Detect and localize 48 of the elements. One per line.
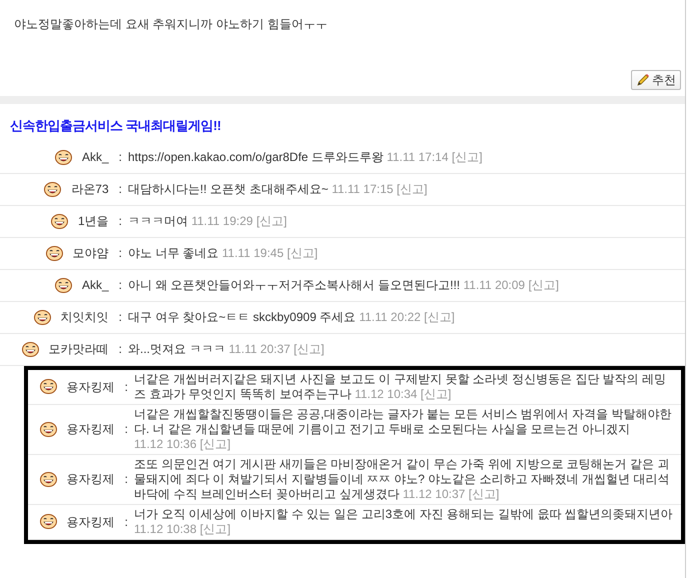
ad-title[interactable]: 신속한입출금서비스 국내최대릴게임!!: [10, 118, 221, 133]
laughing-face-icon: [50, 214, 68, 228]
laughing-face-icon: [40, 514, 57, 529]
comment-text: 와...멋져요 ㅋㅋㅋ 11.11 20:37 [신고]: [128, 342, 326, 356]
colon-separator: :: [118, 245, 122, 262]
laughing-face-icon: [40, 379, 57, 394]
recommend-button[interactable]: 추천: [631, 70, 681, 90]
author-name: 용자킹제: [66, 514, 115, 530]
author-name: 용자킹제: [66, 421, 115, 438]
author-name: Akk_: [82, 149, 109, 166]
colon-separator: :: [124, 514, 128, 530]
author-name: 모야얌: [72, 245, 109, 262]
author-name: 치잇치잇: [60, 309, 109, 326]
colon-separator: :: [118, 149, 122, 166]
colon-separator: :: [118, 181, 122, 198]
colon-separator: :: [118, 213, 122, 230]
author-name: 라온73: [71, 181, 109, 198]
comment-text: 조또 의문인건 여기 게시판 새끼들은 마비장애온거 같이 무슨 가죽 위에 지방으로 코팅해논거 같은 괴물돼지에 죄다 이 쳐발기되서 지랄병들이네 ㅉㅉ 야노? 야노같은 소리하고 자빠졌네 개씹헐년 대리석 바닥에 수직 브레인버스터 꽂아버리고 싶게생겼다 11.12 10:37 [신고]: [134, 456, 670, 502]
laughing-face-icon: [40, 422, 57, 436]
comment-text: 대담하시다는!! 오픈챗 초대해주세요~ 11.11 17:15 [신고]: [128, 182, 428, 196]
laughing-face-icon: [54, 150, 72, 164]
colon-separator: :: [124, 471, 128, 488]
comment-text: 대구 여우 찾아요~ㅌㅌ skckby0909 주세요 11.11 20:22 [신고]: [128, 310, 456, 324]
comment-text: 아니 왜 오픈챗안들어와ㅜㅜ저거주소복사해서 들오면된다고!!! 11.11 20:09 [신고]: [128, 278, 560, 292]
laughing-face-icon: [44, 182, 62, 196]
laughing-face-icon: [54, 278, 72, 292]
comment-text: 너같은 개씹할찰진뚱땡이들은 공공,대중이라는 글자가 붙는 모든 서비스 범위에서 자격을 박탈해야한다. 너 같은 개십할년들 때문에 기름이고 전기고 두배로 소모된다는 사실을 모르는건 아니겠지 11.12 10:36 [신고]: [134, 406, 672, 452]
comment-text: 야노 너무 좋네요 11.11 19:45 [신고]: [128, 246, 319, 260]
post-body: 야노정말좋아하는데 요새 추워지니까 야노하기 힘들어ㅜㅜ: [14, 16, 328, 32]
colon-separator: :: [124, 378, 128, 396]
author-name: Akk_: [82, 277, 109, 294]
author-name: 용자킹제: [66, 378, 115, 396]
comment-text: https://open.kakao.com/o/gar8Dfe 드루와드루왕 11.11 17:14 [신고]: [128, 150, 484, 164]
laughing-face-icon: [46, 246, 63, 260]
comment-text: 너같은 개씹버러지같은 돼지년 사진을 보고도 이 구제받지 못할 소라넷 정신병동은 집단 발작의 레밍즈 효과가 무엇인지 똑똑히 보여주는구나 11.12 10:34 [신고]: [134, 372, 668, 402]
pencil-icon: [636, 73, 650, 87]
comment-text: ㅋㅋㅋ머여 11.11 19:29 [신고]: [128, 214, 288, 228]
colon-separator: :: [118, 341, 122, 358]
comment-text: 너가 오직 이세상에 이바지할 수 있는 일은 고리3호에 자진 용해되는 길밖에 읎따 씹할년의좆돼지년아 11.12 10:38 [신고]: [134, 506, 674, 536]
colon-separator: :: [118, 277, 122, 294]
laughing-face-icon: [34, 310, 51, 324]
author-name: 모카맛라떼: [48, 341, 109, 358]
author-name: 용자킹제: [66, 471, 115, 488]
colon-separator: :: [124, 421, 128, 438]
colon-separator: :: [118, 309, 122, 326]
author-name: 1년을: [78, 213, 109, 230]
laughing-face-icon: [40, 472, 57, 486]
laughing-face-icon: [22, 342, 39, 356]
